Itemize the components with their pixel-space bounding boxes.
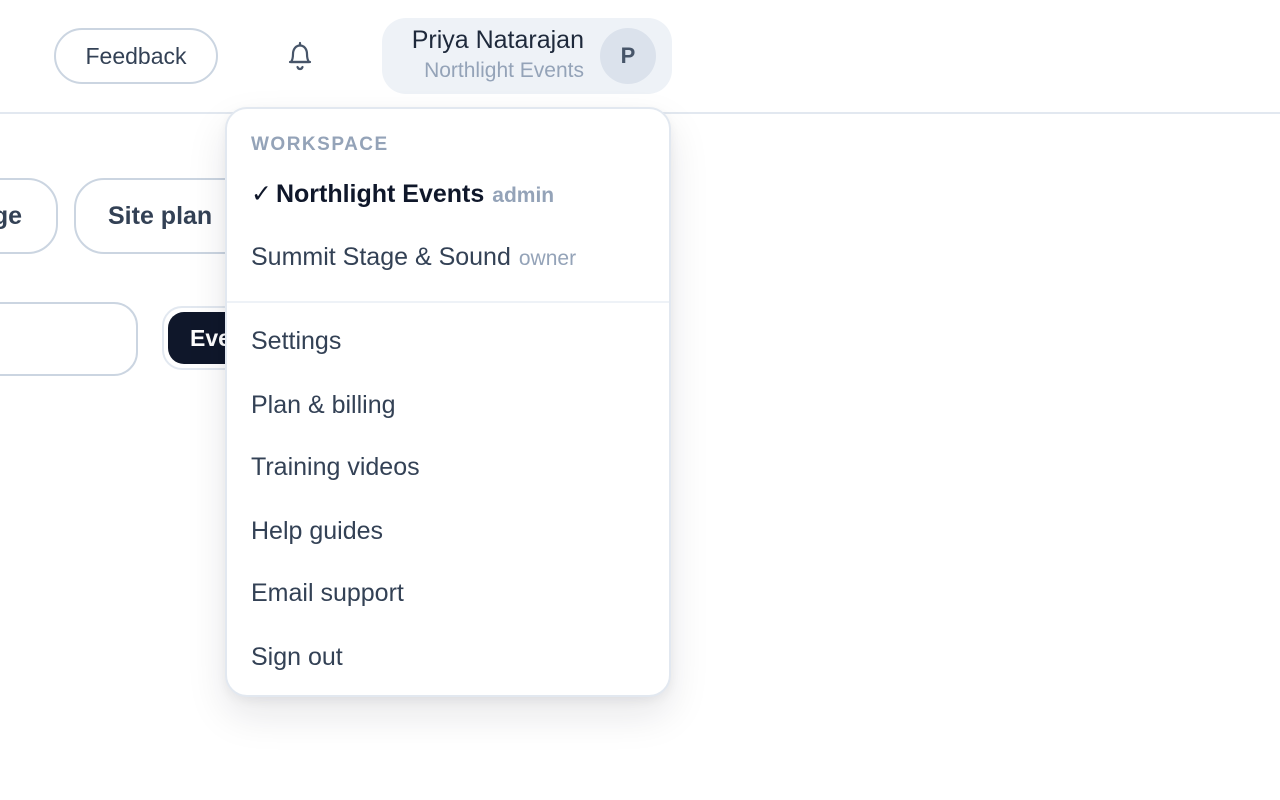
check-icon: ✓ [251, 180, 272, 208]
workspace-item-northlight-events[interactable]: ✓ Northlight Events admin [251, 179, 554, 219]
workspace-role: owner [518, 247, 577, 270]
tab-partial-label: ge [0, 201, 22, 230]
menu-item-settings[interactable]: Settings [251, 327, 341, 356]
menu-item-training-videos[interactable]: Training videos [251, 453, 420, 482]
menu-divider [227, 301, 669, 303]
feedback-button[interactable]: Feedback [54, 28, 218, 84]
user-name: Priya Natarajan [411, 26, 584, 54]
workspace-item-summit-stage-sound[interactable]: Summit Stage & Sound owner [251, 243, 576, 283]
user-organization: Northlight Events [424, 59, 584, 82]
menu-item-email-support[interactable]: Email support [251, 579, 404, 608]
menu-item-help-guides[interactable]: Help guides [251, 517, 383, 546]
workspace-name: Summit Stage & Sound [251, 243, 511, 271]
tab-partial[interactable]: ge [0, 178, 58, 254]
menu-section-label: WORKSPACE [251, 134, 389, 155]
bell-icon[interactable] [280, 36, 320, 76]
tab-site-plan-label: Site plan [108, 201, 213, 230]
menu-item-plan-billing[interactable]: Plan & billing [251, 391, 396, 420]
workspace-name: Northlight Events [275, 180, 485, 208]
workspace-role: admin [492, 184, 555, 207]
menu-item-sign-out[interactable]: Sign out [251, 643, 343, 672]
avatar: P [600, 28, 656, 84]
user-menu-trigger[interactable]: Priya Natarajan Northlight Events P [382, 18, 672, 94]
account-menu: WORKSPACE ✓ Northlight Events admin Summ… [225, 107, 671, 697]
top-bar: Feedback Priya Natarajan Northlight Even… [0, 0, 1280, 114]
search-input[interactable] [0, 302, 138, 376]
